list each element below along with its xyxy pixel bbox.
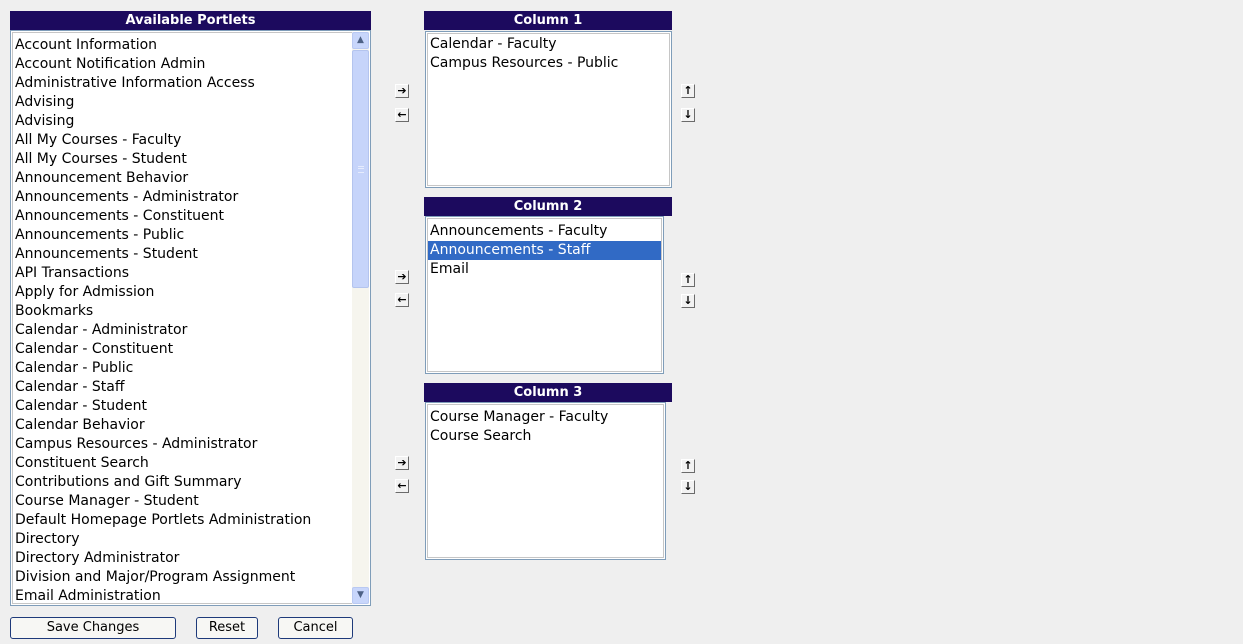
list-item[interactable]: Calendar - Faculty (428, 35, 669, 54)
list-item[interactable]: Campus Resources - Administrator (13, 435, 348, 454)
column-2-header: Column 2 (424, 197, 672, 216)
remove-from-column-1-arrow-icon[interactable]: ← (395, 108, 409, 122)
column-1-list[interactable]: Calendar - Faculty Campus Resources - Pub… (425, 31, 672, 188)
vertical-scrollbar[interactable]: ▲ ▼ (352, 32, 369, 604)
move-up-column-2-arrow-icon[interactable]: ↑ (681, 273, 695, 287)
available-portlets-items: Account Information Account Notification … (13, 33, 368, 605)
list-item[interactable]: Announcements - Faculty (428, 222, 661, 241)
list-item[interactable]: Announcements - Student (13, 245, 348, 264)
list-item[interactable]: Contributions and Gift Summary (13, 473, 348, 492)
available-portlets-list[interactable]: Account Information Account Notification … (10, 30, 371, 606)
list-item[interactable]: Account Notification Admin (13, 55, 348, 74)
add-to-column-3-arrow-icon[interactable]: ➔ (395, 456, 409, 470)
list-item[interactable]: Email (428, 260, 661, 279)
remove-from-column-2-arrow-icon[interactable]: ← (395, 293, 409, 307)
list-item[interactable]: All My Courses - Student (13, 150, 348, 169)
column-3-inner: Course Manager - Faculty Course Search (427, 404, 664, 558)
column-3-header: Column 3 (424, 383, 672, 402)
remove-from-column-3-arrow-icon[interactable]: ← (395, 479, 409, 493)
list-item[interactable]: Directory (13, 530, 348, 549)
reset-button[interactable]: Reset (196, 617, 258, 639)
list-item[interactable]: Apply for Admission (13, 283, 348, 302)
column-1-items: Calendar - Faculty Campus Resources - Pub… (428, 34, 669, 73)
list-item[interactable]: API Transactions (13, 264, 348, 283)
move-up-column-3-arrow-icon[interactable]: ↑ (681, 459, 695, 473)
list-item[interactable]: Bookmarks (13, 302, 348, 321)
add-to-column-1-arrow-icon[interactable]: ➔ (395, 84, 409, 98)
list-item[interactable]: Division and Major/Program Assignment (13, 568, 348, 587)
add-to-column-2-arrow-icon[interactable]: ➔ (395, 270, 409, 284)
list-item[interactable]: Email Administration (13, 587, 348, 605)
list-item[interactable]: Campus Resources - Public (428, 54, 669, 73)
move-up-column-1-arrow-icon[interactable]: ↑ (681, 84, 695, 98)
list-item[interactable]: Calendar - Public (13, 359, 348, 378)
move-down-column-3-arrow-icon[interactable]: ↓ (681, 480, 695, 494)
list-item[interactable]: Advising (13, 112, 348, 131)
list-item[interactable]: Calendar - Student (13, 397, 348, 416)
list-item[interactable]: Course Manager - Student (13, 492, 348, 511)
column-2-inner: Announcements - Faculty Announcements - S… (427, 218, 662, 372)
list-item[interactable]: Calendar Behavior (13, 416, 348, 435)
move-down-column-1-arrow-icon[interactable]: ↓ (681, 108, 695, 122)
save-changes-button[interactable]: Save Changes (10, 617, 176, 639)
column-3-list[interactable]: Course Manager - Faculty Course Search (425, 402, 666, 560)
list-item[interactable]: Directory Administrator (13, 549, 348, 568)
list-item[interactable]: Announcements - Administrator (13, 188, 348, 207)
list-item[interactable]: Constituent Search (13, 454, 348, 473)
column-2-list[interactable]: Announcements - Faculty Announcements - S… (425, 216, 664, 374)
list-item[interactable]: Announcement Behavior (13, 169, 348, 188)
scroll-up-arrow-icon[interactable]: ▲ (352, 32, 369, 49)
cancel-button[interactable]: Cancel (278, 617, 353, 639)
scroll-down-arrow-icon[interactable]: ▼ (352, 587, 369, 604)
move-down-column-2-arrow-icon[interactable]: ↓ (681, 294, 695, 308)
available-portlets-header: Available Portlets (10, 11, 371, 30)
list-item[interactable]: Calendar - Staff (13, 378, 348, 397)
list-item[interactable]: Account Information (13, 36, 348, 55)
list-item[interactable]: Administrative Information Access (13, 74, 348, 93)
column-1-inner: Calendar - Faculty Campus Resources - Pub… (427, 33, 670, 186)
column-3-items: Course Manager - Faculty Course Search (428, 405, 663, 446)
list-item[interactable]: All My Courses - Faculty (13, 131, 348, 150)
list-item[interactable]: Default Homepage Portlets Administration (13, 511, 348, 530)
list-item[interactable]: Announcements - Constituent (13, 207, 348, 226)
scrollbar-thumb[interactable] (352, 50, 369, 288)
column-1-header: Column 1 (424, 11, 672, 30)
list-item[interactable]: Calendar - Administrator (13, 321, 348, 340)
list-item[interactable]: Announcements - Staff (428, 241, 661, 260)
list-item[interactable]: Calendar - Constituent (13, 340, 348, 359)
list-item[interactable]: Announcements - Public (13, 226, 348, 245)
column-2-items: Announcements - Faculty Announcements - S… (428, 219, 661, 279)
available-portlets-inner: Account Information Account Notification … (12, 32, 369, 604)
list-item[interactable]: Advising (13, 93, 348, 112)
list-item[interactable]: Course Manager - Faculty (428, 408, 663, 427)
list-item[interactable]: Course Search (428, 427, 663, 446)
